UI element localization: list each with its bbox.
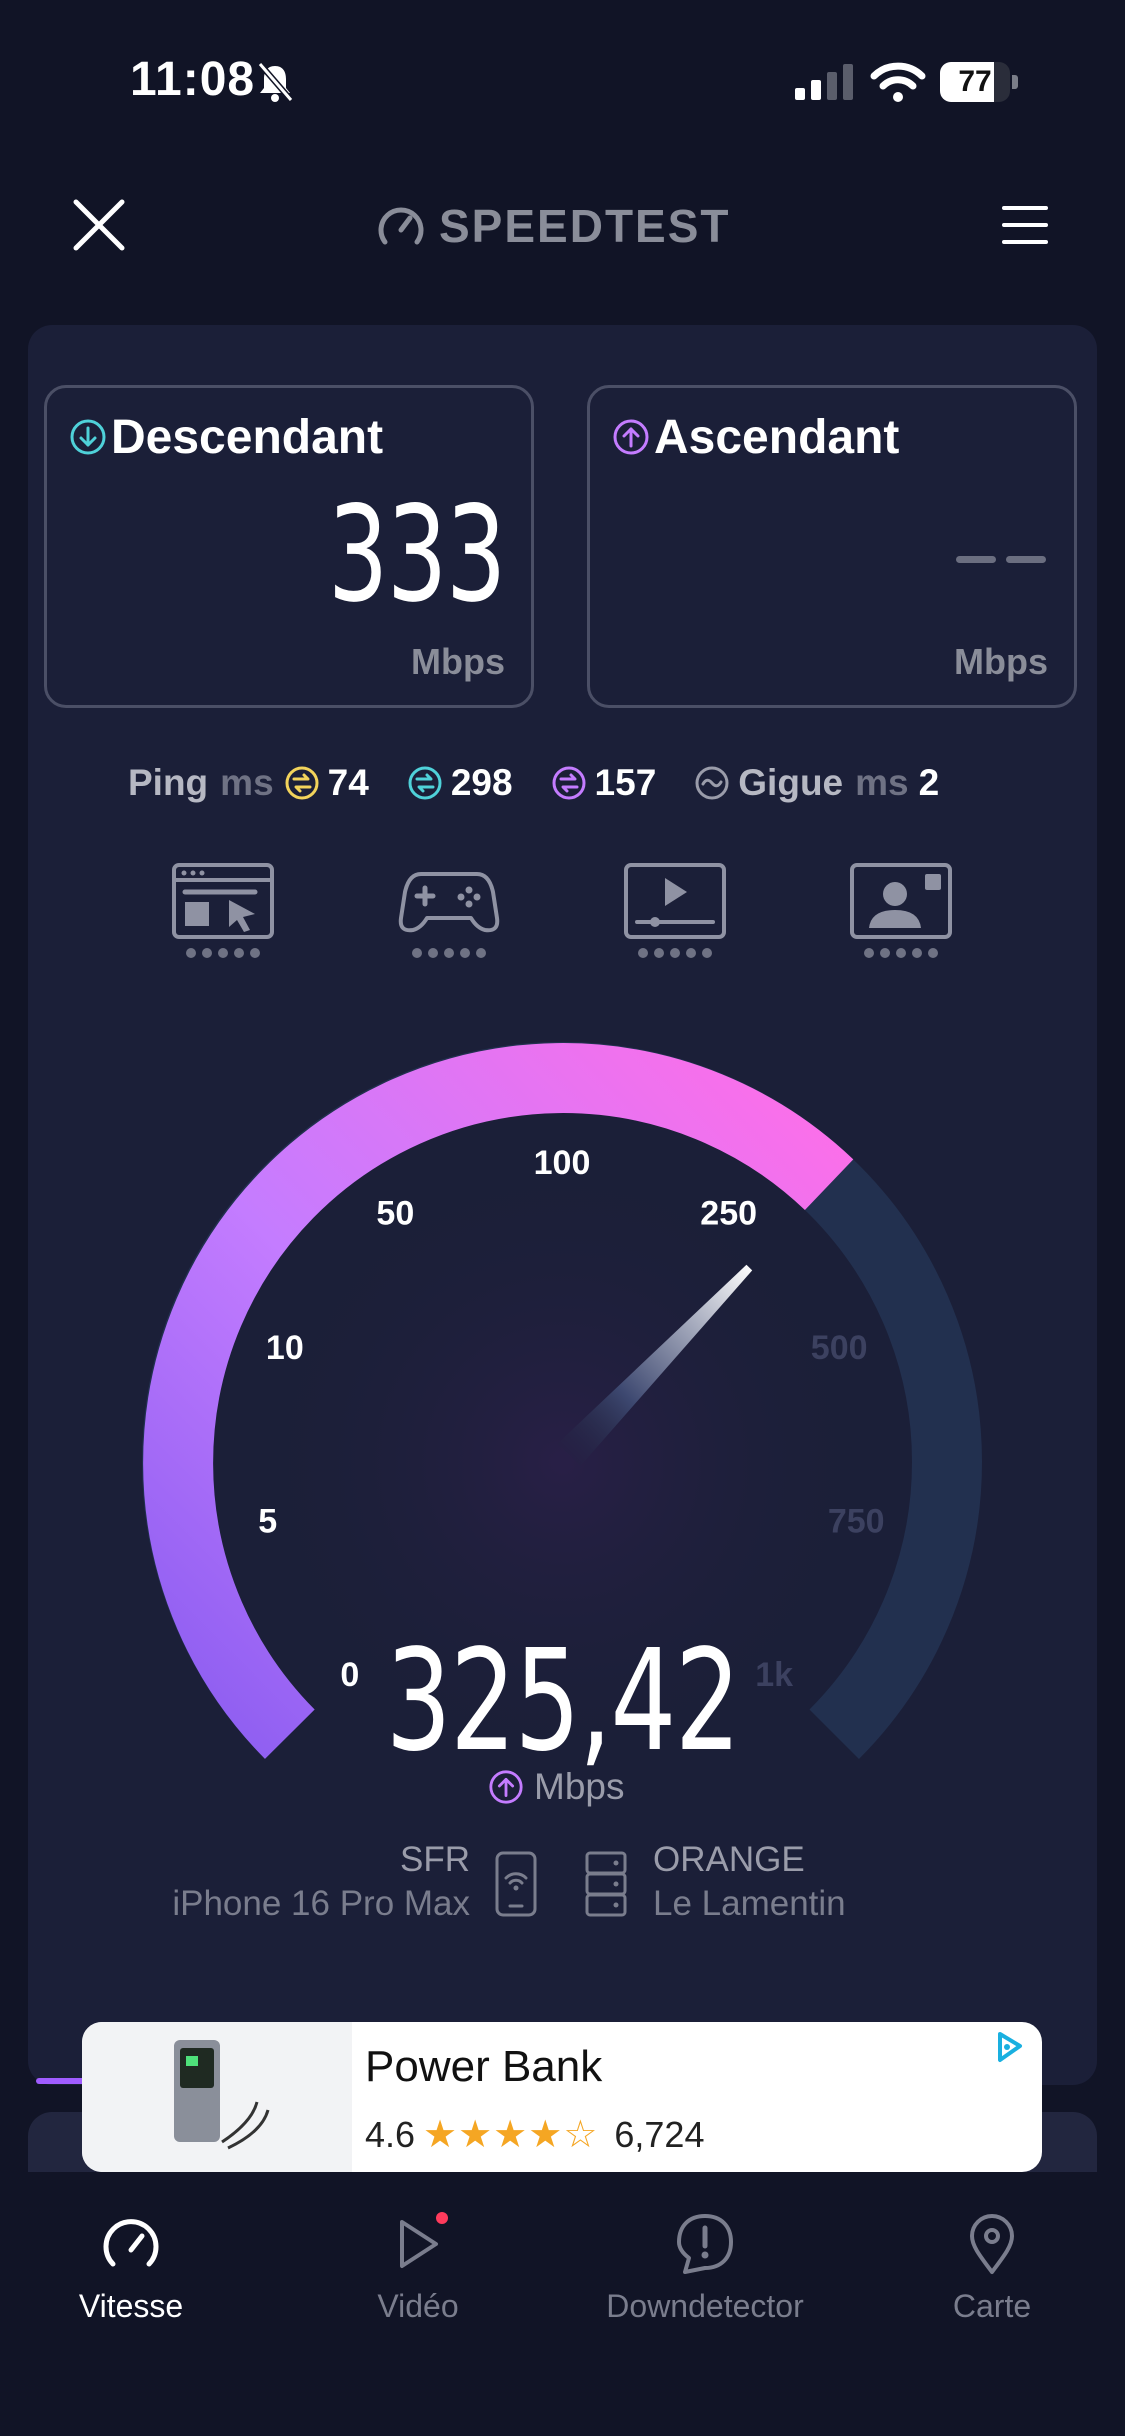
wifi-icon xyxy=(870,62,926,102)
video-call-icon xyxy=(850,863,952,939)
ad-rating: 4.6 xyxy=(365,2113,416,2155)
video-play-icon xyxy=(400,2212,448,2268)
current-speed-value: 325,42 xyxy=(385,1620,741,1783)
bottom-navigation: Vitesse Vidéo Downdetector Carte xyxy=(0,2172,1125,2436)
video-streaming-quality[interactable] xyxy=(620,862,730,977)
upload-arrow-icon xyxy=(613,419,649,455)
gauge-tick-label: 10 xyxy=(266,1329,304,1367)
speed-icon xyxy=(103,2219,159,2267)
jitter-icon xyxy=(695,766,729,800)
upload-arrow-small-icon xyxy=(489,1770,523,1804)
browsing-icon xyxy=(172,863,274,939)
gauge-tick-label: 250 xyxy=(700,1195,757,1233)
map-pin-icon xyxy=(970,2214,1014,2274)
video-streaming-icon xyxy=(624,863,726,939)
gauge-tick-label: 500 xyxy=(811,1329,868,1367)
upload-title: Ascendant xyxy=(654,411,900,464)
jitter-value: 2 xyxy=(918,762,940,803)
isp-name: SFR xyxy=(400,1840,470,1879)
download-title: Descendant xyxy=(111,411,384,464)
battery-indicator: 77 xyxy=(940,62,1020,102)
idle-ping-icon xyxy=(285,766,319,800)
isp-info[interactable]: SFR iPhone 16 Pro Max xyxy=(100,1840,470,1924)
battery-level-label: 77 xyxy=(958,65,992,98)
gauge-tick-label: 50 xyxy=(376,1195,414,1233)
phone-wifi-icon xyxy=(495,1851,537,1917)
gaming-icon xyxy=(398,872,500,933)
download-value: 333 xyxy=(327,478,507,632)
nav-label-video: Vidéo xyxy=(377,2288,459,2324)
download-result-box: Descendant 333 Mbps xyxy=(44,385,534,708)
bell-muted-icon xyxy=(257,62,294,102)
nav-label-downdetector: Downdetector xyxy=(606,2288,804,2324)
download-ping-value: 298 xyxy=(450,762,513,803)
close-icon[interactable] xyxy=(70,196,128,254)
nav-label-speed: Vitesse xyxy=(78,2288,184,2324)
ad-stars: ★★★★☆ xyxy=(423,2114,599,2156)
ad-rating-row: 4.6 ★★★★☆ 6,724 xyxy=(365,2112,704,2157)
notification-dot xyxy=(436,2212,448,2224)
device-name: iPhone 16 Pro Max xyxy=(172,1884,470,1923)
nav-tab-map[interactable]: Carte xyxy=(882,2212,1102,2325)
upload-unit: Mbps xyxy=(954,641,1048,682)
speedtest-logo-icon xyxy=(378,207,424,245)
ad-review-count: 6,724 xyxy=(614,2113,705,2155)
jitter-label: Gigue xyxy=(738,762,844,803)
ping-label: Ping xyxy=(128,762,209,803)
upload-result-box: Ascendant Mbps xyxy=(587,385,1077,708)
download-ping-icon xyxy=(408,766,442,800)
server-name: ORANGE xyxy=(653,1840,805,1879)
cell-signal-icon xyxy=(795,64,853,100)
download-unit: Mbps xyxy=(411,641,505,682)
speedtest-logo: SPEEDTEST xyxy=(375,196,731,256)
idle-ping-value: 74 xyxy=(327,762,369,803)
video-call-quality[interactable] xyxy=(846,862,956,977)
ping-unit: ms xyxy=(220,762,274,803)
speed-unit: Mbps xyxy=(534,1766,625,1807)
nav-tab-downdetector[interactable]: Downdetector xyxy=(595,2212,815,2325)
gauge-tick-label: 750 xyxy=(828,1503,885,1541)
ping-row: Ping ms 74 298 157 Gigue ms 2 xyxy=(128,758,977,808)
gaming-quality[interactable] xyxy=(394,862,504,977)
upload-ping-icon xyxy=(552,766,586,800)
ad-product-image xyxy=(82,2022,352,2172)
gauge-tick-label: 5 xyxy=(258,1503,277,1541)
status-time: 11:08 xyxy=(130,53,256,106)
logo-text: SPEEDTEST xyxy=(439,200,731,252)
speed-unit-row: Mbps xyxy=(488,1762,624,1812)
ad-title: Power Bank xyxy=(365,2042,603,2091)
ad-banner[interactable]: Power Bank 4.6 ★★★★☆ 6,724 xyxy=(82,2022,1042,2172)
nav-label-map: Carte xyxy=(952,2288,1032,2324)
gauge-tick-label: 100 xyxy=(534,1144,591,1182)
server-location: Le Lamentin xyxy=(653,1884,846,1923)
nav-tab-speed[interactable]: Vitesse xyxy=(21,2212,241,2325)
server-info[interactable]: ORANGE Le Lamentin xyxy=(653,1840,846,1924)
adchoices-icon[interactable] xyxy=(992,2030,1026,2064)
upload-ping-value: 157 xyxy=(594,762,657,803)
upload-value-placeholder xyxy=(946,550,1046,563)
browsing-quality[interactable] xyxy=(168,862,278,977)
alert-icon xyxy=(677,2214,733,2274)
nav-tab-video[interactable]: Vidéo xyxy=(308,2212,528,2325)
download-arrow-icon xyxy=(70,419,106,455)
server-icon xyxy=(585,1851,627,1917)
menu-icon[interactable] xyxy=(1000,200,1050,250)
jitter-unit: ms xyxy=(855,762,909,803)
